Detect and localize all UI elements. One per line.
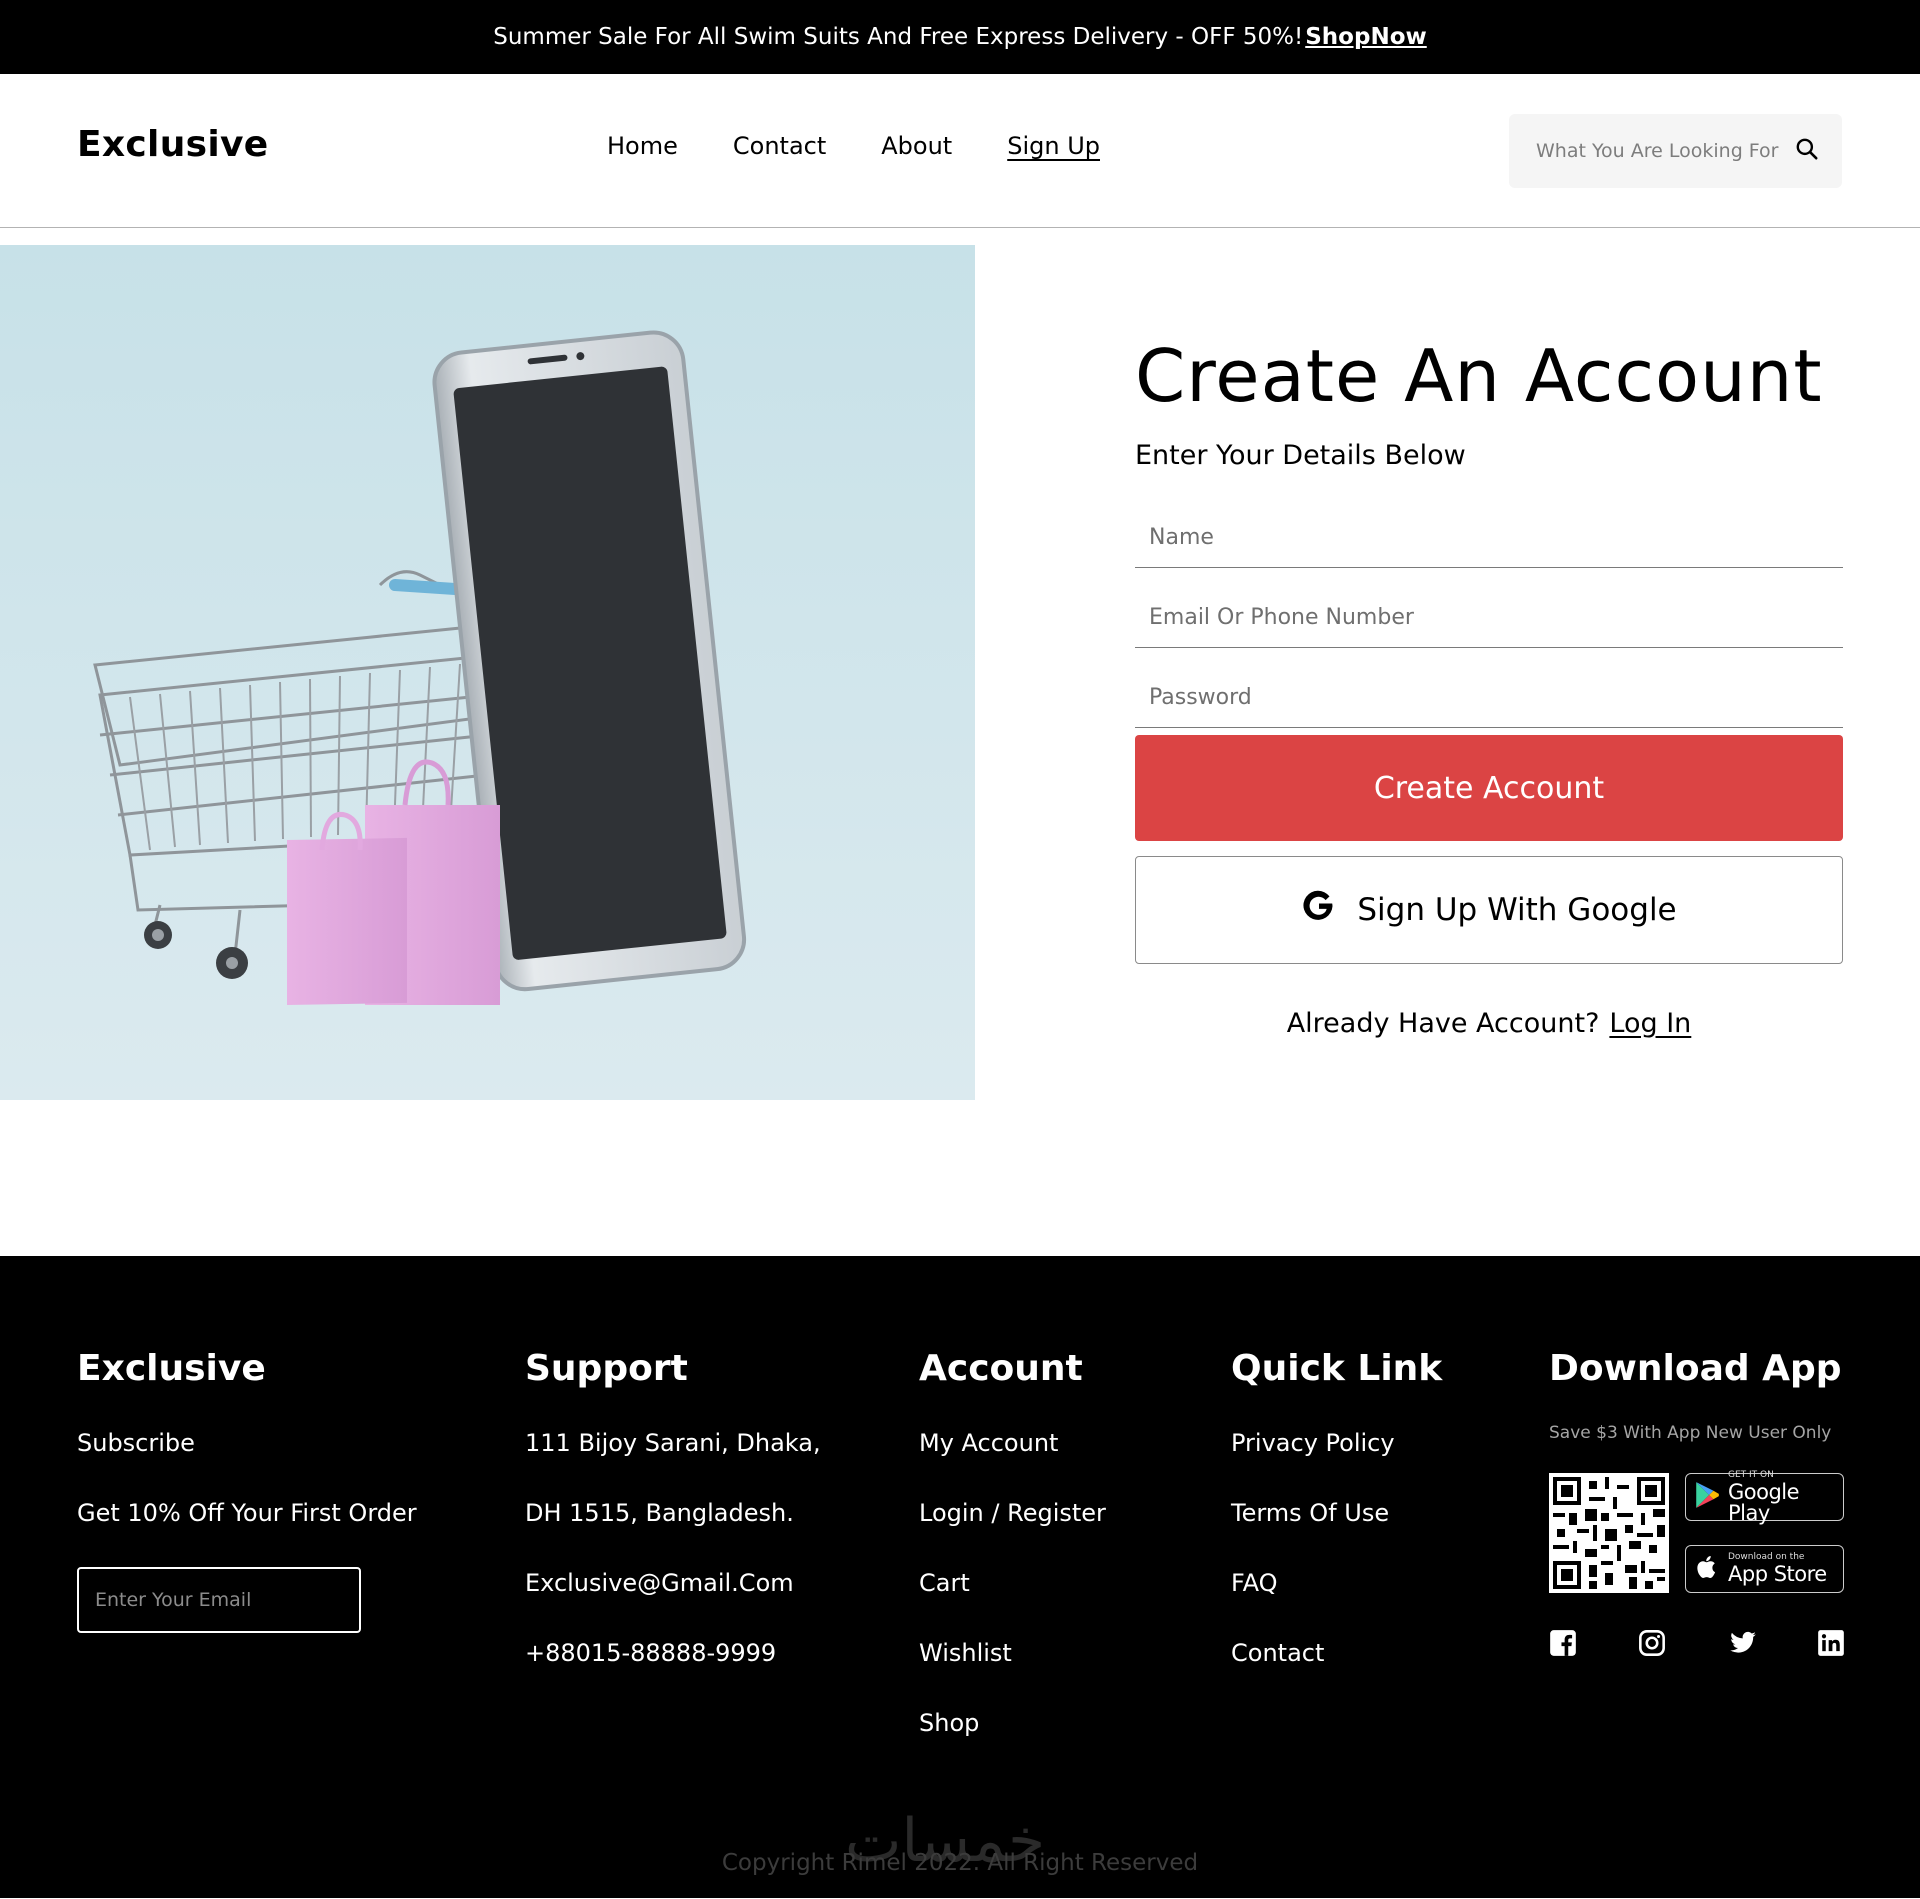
app-promo-note: Save $3 With App New User Only [1549,1423,1832,1443]
footer-link-cart[interactable]: Cart [919,1571,1106,1641]
search-input[interactable] [1536,140,1794,162]
name-field-wrapper [1135,508,1843,568]
nav-sign-up[interactable]: Sign Up [1007,132,1100,160]
support-email[interactable]: Exclusive@Gmail.Com [525,1571,821,1641]
support-heading: Support [525,1348,688,1389]
signup-section: Create An Account Enter Your Details Bel… [0,228,1920,1256]
google-icon [1301,888,1337,932]
footer-col-exclusive: Exclusive Subscribe Get 10% Off Your Fir… [77,1348,417,1633]
name-field[interactable] [1135,508,1843,567]
password-field[interactable] [1135,668,1843,727]
login-prompt: Already Have Account? [1286,1008,1600,1039]
support-address-line1: 111 Bijoy Sarani, Dhaka, [525,1429,821,1457]
shop-now-link[interactable]: ShopNow [1305,24,1427,50]
announcement-text: Summer Sale For All Swim Suits And Free … [493,24,1304,50]
footer-logo: Exclusive [77,1348,266,1389]
account-heading: Account [919,1348,1083,1389]
footer-col-account: Account My Account Login / Register Cart… [919,1348,1106,1781]
announcement-bar: Summer Sale For All Swim Suits And Free … [0,0,1920,74]
google-play-badge[interactable]: GET IT ON Google Play [1685,1469,1844,1525]
google-signup-button[interactable]: Sign Up With Google [1135,856,1843,964]
linkedin-icon[interactable] [1817,1629,1845,1657]
footer-link-wishlist[interactable]: Wishlist [919,1641,1106,1711]
footer-link-contact[interactable]: Contact [1231,1641,1442,1711]
footer-link-terms[interactable]: Terms Of Use [1231,1501,1442,1571]
nav-home[interactable]: Home [607,132,678,160]
newsletter-email-input[interactable] [95,1589,343,1611]
google-play-icon [1694,1481,1720,1513]
apple-icon [1694,1553,1720,1585]
site-footer: Exclusive Subscribe Get 10% Off Your Fir… [0,1256,1920,1898]
twitter-icon[interactable] [1728,1629,1756,1657]
footer-link-my-account[interactable]: My Account [919,1431,1106,1501]
app-download-row: GET IT ON Google Play Download on the Ap… [1549,1469,1845,1593]
store-badges: GET IT ON Google Play Download on the Ap… [1685,1469,1844,1593]
newsletter-box [77,1567,361,1633]
subscribe-offer: Get 10% Off Your First Order [77,1499,417,1527]
search-icon[interactable] [1794,136,1820,166]
login-link[interactable]: Log In [1609,1008,1691,1039]
hero-image [0,245,975,1100]
qr-code [1549,1473,1669,1593]
footer-link-privacy[interactable]: Privacy Policy [1231,1431,1442,1501]
support-address-line2: DH 1515, Bangladesh. [525,1499,794,1527]
google-play-label: Google Play [1728,1479,1800,1525]
app-store-small-text: Download on the [1728,1552,1805,1562]
search-box [1509,114,1842,188]
google-play-small-text: GET IT ON [1728,1469,1774,1480]
email-field[interactable] [1135,588,1843,647]
social-links [1549,1629,1845,1657]
facebook-icon[interactable] [1549,1629,1577,1657]
subscribe-heading: Subscribe [77,1429,195,1457]
logo[interactable]: Exclusive [77,124,268,165]
footer-col-download-app: Download App Save $3 With App New User O… [1549,1348,1845,1657]
instagram-icon[interactable] [1638,1629,1666,1657]
password-field-wrapper [1135,668,1843,728]
page-title: Create An Account [1135,334,1823,418]
copyright-text: Copyright Rimel 2022. All Right Reserved [721,1850,1199,1876]
footer-link-login-register[interactable]: Login / Register [919,1501,1106,1571]
footer-col-support: Support 111 Bijoy Sarani, Dhaka, DH 1515… [525,1348,821,1711]
google-signup-label: Sign Up With Google [1357,892,1677,928]
shopping-cart-phone-illustration [0,245,975,1100]
site-header: Exclusive Home Contact About Sign Up [0,74,1920,228]
quick-link-heading: Quick Link [1231,1348,1443,1389]
support-phone[interactable]: +88015-88888-9999 [525,1641,821,1711]
main-nav: Home Contact About Sign Up [607,132,1100,160]
footer-link-shop[interactable]: Shop [919,1711,1106,1781]
form-subtitle: Enter Your Details Below [1135,440,1466,471]
app-store-badge[interactable]: Download on the App Store [1685,1545,1844,1593]
download-app-heading: Download App [1549,1348,1842,1389]
create-account-button[interactable]: Create Account [1135,735,1843,841]
footer-col-quick-link: Quick Link Privacy Policy Terms Of Use F… [1231,1348,1442,1711]
email-field-wrapper [1135,588,1843,648]
login-prompt-row: Already Have Account? Log In [1135,1008,1843,1039]
footer-link-faq[interactable]: FAQ [1231,1571,1442,1641]
nav-contact[interactable]: Contact [733,132,826,160]
nav-about[interactable]: About [881,132,952,160]
app-store-label: App Store [1728,1562,1827,1586]
